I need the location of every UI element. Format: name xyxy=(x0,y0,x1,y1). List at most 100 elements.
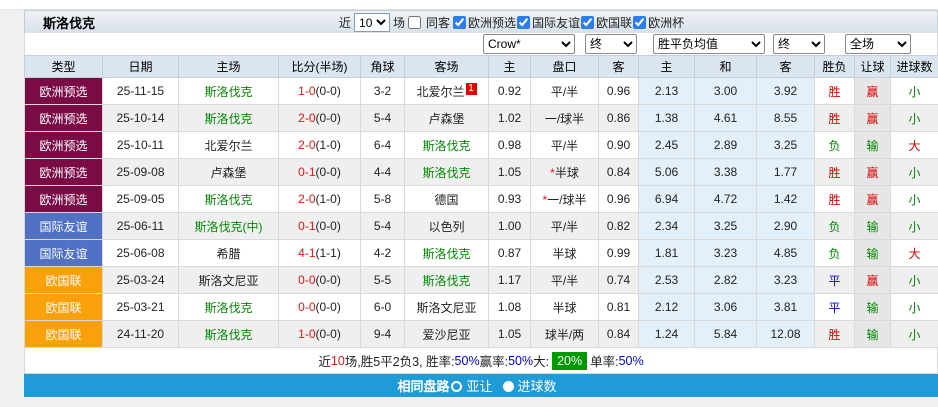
date-cell: 24-11-20 xyxy=(102,320,179,348)
date-cell: 25-06-08 xyxy=(102,239,179,267)
summary-segment: 赢率: xyxy=(479,355,509,369)
selector-row: Crow* 终 胜平负均值 终 全场 xyxy=(24,33,938,55)
column-header: 盘口 xyxy=(530,55,599,78)
bookmaker-select[interactable]: Crow* xyxy=(483,34,575,54)
fulltime-score: 1-0 xyxy=(298,84,316,98)
avg-home-odds-cell: 2.45 xyxy=(638,131,695,159)
avg-draw-odds-cell: 3.23 xyxy=(694,239,757,267)
filter-label: 欧国联 xyxy=(596,15,633,30)
away-team-cell: 斯洛伐克 xyxy=(404,266,489,294)
same-away-checkbox[interactable] xyxy=(408,16,422,29)
handicap-away-odds-cell: 0.74 xyxy=(598,266,639,294)
summary-segment: 场,胜5平2负3, 胜率: xyxy=(344,355,455,369)
进球数-radio[interactable] xyxy=(502,381,514,392)
date-cell: 25-11-15 xyxy=(102,77,179,105)
handicap-cell: 半球 xyxy=(530,293,599,321)
summary-segment: 50% xyxy=(454,353,480,368)
date-cell: 25-10-11 xyxy=(102,131,179,159)
handicap-home-odds-cell: 1.05 xyxy=(488,158,531,186)
avg-home-odds-cell: 6.94 xyxy=(638,185,695,213)
column-header: 客场 xyxy=(404,55,489,78)
date-cell: 25-03-24 xyxy=(102,266,179,294)
league-type-cell: 欧国联 xyxy=(24,266,103,294)
corner-cell: 9-4 xyxy=(360,320,405,348)
handicap-result-cell: 输 xyxy=(854,239,891,267)
summary-segment: 10 xyxy=(330,353,345,368)
result-cell: 负 xyxy=(814,131,855,159)
match-count-select[interactable]: 10 xyxy=(354,13,391,32)
filter-欧洲杯: 欧洲杯 xyxy=(633,14,684,31)
goals-result-cell: 小 xyxy=(890,320,938,348)
away-team-cell: 斯洛伐克 xyxy=(404,158,489,186)
filter-label: 欧洲杯 xyxy=(648,15,685,30)
handicap-away-odds-cell: 0.99 xyxy=(598,239,639,267)
goals-result-cell: 小 xyxy=(890,266,938,294)
date-cell: 25-03-21 xyxy=(102,293,179,321)
handicap-result-cell: 输 xyxy=(854,293,891,321)
away-team-cell: 卢森堡 xyxy=(404,104,489,132)
halftime-score: (0-0) xyxy=(315,300,341,314)
column-header: 进球数 xyxy=(890,55,938,78)
column-header: 主 xyxy=(488,55,531,78)
scope-select[interactable]: 全场 xyxy=(845,34,911,54)
column-header: 主场 xyxy=(178,55,279,78)
handicap-time-select[interactable]: 终 xyxy=(585,34,637,54)
result-cell: 胜 xyxy=(814,77,855,105)
away-team-name: 以色列 xyxy=(428,219,465,234)
halftime-score: (1-0) xyxy=(315,192,341,206)
filter-checkbox[interactable] xyxy=(453,15,467,29)
fulltime-score: 0-0 xyxy=(298,273,316,287)
avg-home-odds-cell: 2.53 xyxy=(638,266,695,294)
score-cell: 1-0(0-0) xyxy=(278,77,361,105)
handicap-result-cell: 赢 xyxy=(854,185,891,213)
home-team-cell: 斯洛文尼亚 xyxy=(178,266,279,294)
handicap-result-cell: 赢 xyxy=(854,77,891,105)
away-team-name: 北爱尔兰 xyxy=(416,84,465,99)
odds-time-select[interactable]: 终 xyxy=(773,34,825,54)
handicap-value: 平/半 xyxy=(550,273,579,288)
filter-label: 国际友谊 xyxy=(532,15,581,30)
handicap-cell: 一/球半 xyxy=(530,104,599,132)
score-cell: 2-0(1-0) xyxy=(278,185,361,213)
fulltime-score: 4-1 xyxy=(298,246,316,260)
away-team-cell: 斯洛伐克 xyxy=(404,239,489,267)
handicap-value: 平/半 xyxy=(550,138,579,153)
column-header: 类型 xyxy=(24,55,103,78)
avg-draw-odds-cell: 3.06 xyxy=(694,293,757,321)
handicap-home-odds-cell: 1.17 xyxy=(488,266,531,294)
table-header-row: 类型 日期 主场 比分(半场) 角球 客场主盘口客主和客胜负 让球 进球数 xyxy=(24,55,938,78)
summary-segment: 50% xyxy=(618,353,644,368)
home-team-cell: 北爱尔兰 xyxy=(178,131,279,159)
handicap-value: 平/半 xyxy=(550,219,579,234)
summary-row: 近 10 场,胜5平2负3, 胜率: 50% 赢率: 50% 大: 20% 单率: 50% xyxy=(24,348,938,374)
column-header: 主 xyxy=(638,55,695,78)
table-row: 欧洲预选 25-11-15 斯洛伐克 1-0(0-0) 3-2 北爱尔兰 1 0.92 平/半 0… xyxy=(24,77,938,105)
亚让-radio[interactable] xyxy=(451,381,463,392)
corner-cell: 5-8 xyxy=(360,185,405,213)
halftime-score: (0-0) xyxy=(315,84,341,98)
league-type-cell: 国际友谊 xyxy=(24,239,103,267)
home-team-cell: 卢森堡 xyxy=(178,158,279,186)
odds-type-select[interactable]: 胜平负均值 xyxy=(653,34,765,54)
result-cell: 负 xyxy=(814,239,855,267)
result-cell: 平 xyxy=(814,266,855,294)
filter-checkbox[interactable] xyxy=(581,15,595,29)
league-type-cell: 欧洲预选 xyxy=(24,77,103,105)
avg-draw-odds-cell: 5.84 xyxy=(694,320,757,348)
fulltime-score: 0-0 xyxy=(298,300,316,314)
fulltime-score: 0-1 xyxy=(298,219,316,233)
result-cell: 胜 xyxy=(814,320,855,348)
avg-draw-odds-cell: 3.00 xyxy=(694,77,757,105)
avg-home-odds-cell: 1.81 xyxy=(638,239,695,267)
result-cell: 负 xyxy=(814,212,855,240)
column-header: 让球 xyxy=(854,55,891,78)
avg-away-odds-cell: 3.92 xyxy=(756,77,815,105)
home-team-cell: 斯洛伐克 xyxy=(178,104,279,132)
avg-away-odds-cell: 1.42 xyxy=(756,185,815,213)
column-header: 客 xyxy=(756,55,815,78)
league-type-cell: 欧洲预选 xyxy=(24,158,103,186)
filter-checkbox[interactable] xyxy=(517,15,531,29)
near-label: 近 xyxy=(339,16,352,30)
halftime-score: (0-0) xyxy=(315,327,341,341)
filter-checkbox[interactable] xyxy=(633,15,647,29)
